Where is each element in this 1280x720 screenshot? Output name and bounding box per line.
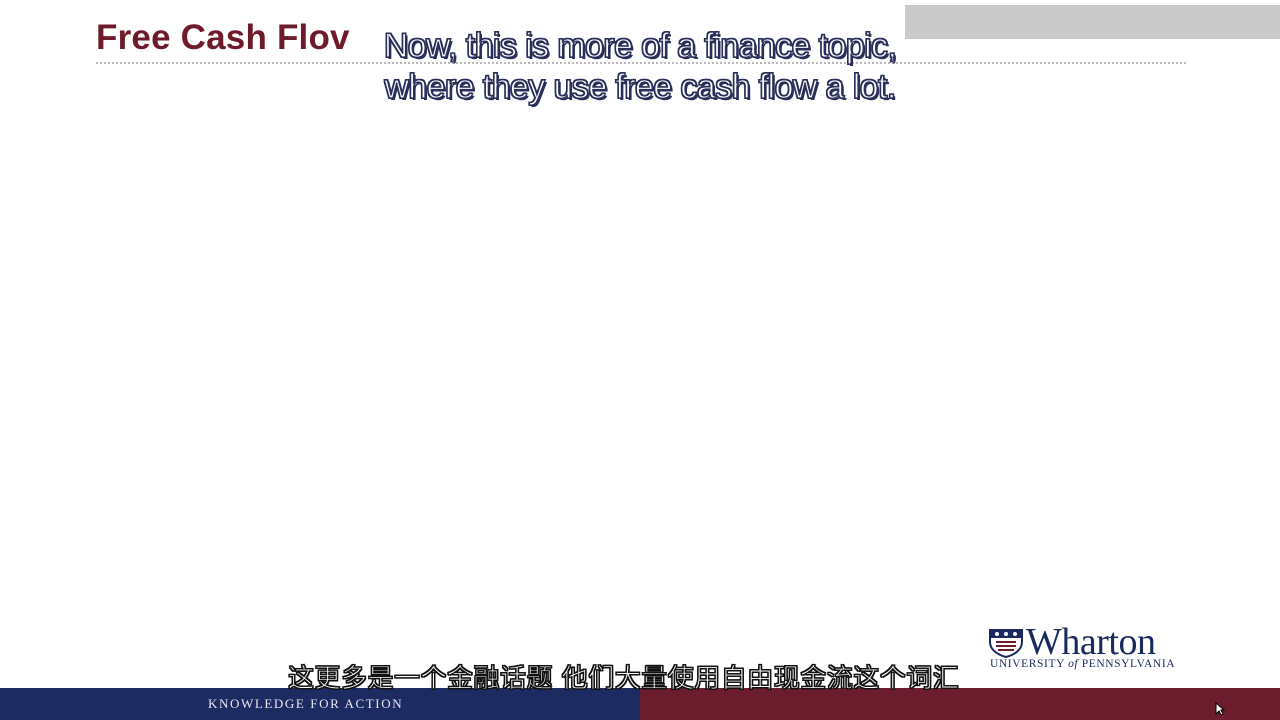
english-subtitle-line-2: where they use free cash flow a lot. <box>384 67 897 106</box>
slide-title: Free Cash Flov <box>96 18 350 57</box>
slide: Free Cash Flov Now, this is more of a fi… <box>0 0 1280 720</box>
mouse-pointer-icon <box>1215 702 1225 716</box>
english-subtitle: Now, this is more of a finance topic, wh… <box>330 26 950 108</box>
wharton-university-suffix: PENNSYLVANIA <box>1081 658 1176 670</box>
chinese-subtitle: 这更多是一个金融话题 他们大量使用自由现金流这个词汇 <box>287 664 960 695</box>
penn-shield-icon <box>989 629 1023 658</box>
english-subtitle-line-1: Now, this is more of a finance topic, <box>383 26 897 65</box>
wharton-university-line: UNIVERSITY of PENNSYLVANIA <box>990 658 1175 670</box>
wharton-university-of: of <box>1068 658 1079 670</box>
overlay-bar <box>905 5 1280 39</box>
wharton-university-prefix: UNIVERSITY <box>990 658 1065 670</box>
footer-tagline: KNOWLEDGE FOR ACTION <box>208 696 404 711</box>
wharton-logo: Wharton UNIVERSITY of PENNSYLVANIA <box>988 621 1193 674</box>
